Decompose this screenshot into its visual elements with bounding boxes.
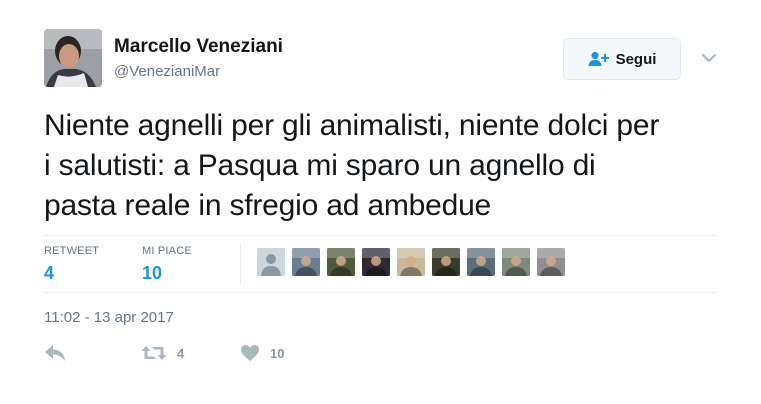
default-avatar-icon (257, 248, 285, 276)
author-handle[interactable]: @VenezianiMar (114, 62, 283, 82)
avatar-photo (467, 248, 495, 276)
author-name[interactable]: Marcello Veneziani (114, 36, 283, 58)
liker-avatar[interactable] (362, 248, 390, 276)
retweet-stat-label: RETWEET (44, 245, 100, 257)
avatar-photo (362, 248, 390, 276)
like-stat-label: MI PIACE (142, 245, 192, 257)
avatar-photo (432, 248, 460, 276)
liker-avatar[interactable] (292, 248, 320, 276)
follow-button-label: Segui (615, 50, 657, 68)
tweet-stats: RETWEET 4 MI PIACE 10 (44, 235, 716, 293)
author-info: Marcello Veneziani @VenezianiMar (114, 36, 283, 82)
avatar-photo (537, 248, 565, 276)
like-count: 10 (270, 345, 285, 361)
author-avatar-image (44, 29, 102, 87)
add-user-icon (588, 51, 609, 66)
liker-avatar[interactable] (432, 248, 460, 276)
tweet-timestamp[interactable]: 11:02 - 13 apr 2017 (44, 309, 174, 326)
reply-button[interactable] (44, 344, 66, 362)
liker-avatar[interactable] (257, 248, 285, 276)
tweet-text: Niente agnelli per gli animalisti, nient… (44, 106, 734, 226)
reply-icon (45, 345, 65, 361)
retweet-stat-value: 4 (44, 263, 55, 283)
tweet-text-line: Niente agnelli per gli animalisti, nient… (44, 109, 660, 142)
liker-avatar[interactable] (467, 248, 495, 276)
follow-button[interactable]: Segui (563, 38, 681, 80)
liker-avatar[interactable] (537, 248, 565, 276)
retweet-count: 4 (177, 345, 185, 361)
tweet-text-line: i salutisti: a Pasqua mi sparo un agnell… (44, 149, 596, 182)
retweet-button[interactable]: 4 (141, 344, 184, 362)
likers-avatars (257, 248, 572, 276)
tweet-card: Marcello Veneziani @VenezianiMar Segui N… (0, 0, 761, 404)
chevron-down-icon[interactable] (701, 52, 717, 64)
avatar-photo (327, 248, 355, 276)
like-stat[interactable]: MI PIACE 10 (142, 244, 192, 286)
liker-avatar[interactable] (327, 248, 355, 276)
heart-icon (241, 345, 259, 361)
stats-divider (240, 244, 241, 284)
like-button[interactable]: 10 (240, 344, 284, 362)
author-avatar[interactable] (44, 29, 102, 87)
tweet-text-line: pasta reale in sfregio ad ambedue (44, 189, 492, 222)
retweet-stat[interactable]: RETWEET 4 (44, 244, 99, 286)
avatar-photo (502, 248, 530, 276)
liker-avatar[interactable] (397, 248, 425, 276)
retweet-icon (141, 346, 167, 360)
avatar-photo (397, 248, 425, 276)
like-stat-value: 10 (142, 263, 163, 283)
avatar-photo (292, 248, 320, 276)
liker-avatar[interactable] (502, 248, 530, 276)
